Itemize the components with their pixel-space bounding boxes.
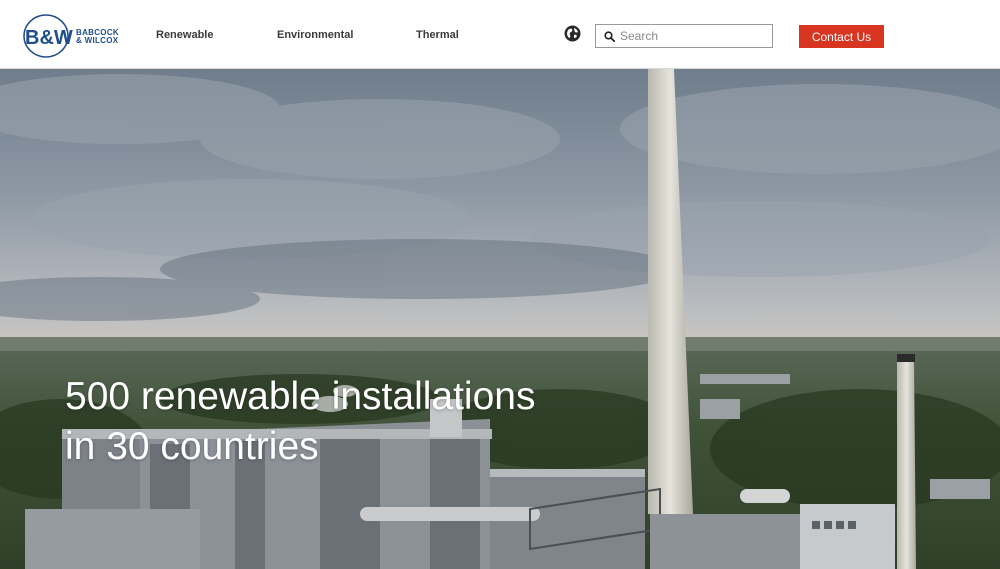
- brand-logo[interactable]: B&W BABCOCK & WILCOX: [22, 14, 122, 58]
- brand-name-line2: & WILCOX: [76, 36, 119, 45]
- nav-item-environmental[interactable]: Environmental: [277, 29, 353, 41]
- hero-heading: 500 renewable installations in 30 countr…: [65, 372, 535, 472]
- nav-item-thermal[interactable]: Thermal: [416, 29, 459, 41]
- hero-heading-line1: 500 renewable installations: [65, 375, 536, 418]
- brand-name: BABCOCK & WILCOX: [76, 29, 119, 45]
- search-icon: [604, 31, 615, 42]
- contact-us-button[interactable]: Contact Us: [799, 25, 884, 48]
- hero-background-image: [0, 69, 1000, 569]
- nav-item-renewable[interactable]: Renewable: [156, 29, 213, 41]
- hero-banner: 500 renewable installations in 30 countr…: [0, 69, 1000, 569]
- hero-heading-line2: in 30 countries: [65, 425, 319, 468]
- globe-icon[interactable]: [564, 25, 581, 42]
- svg-text:B&W: B&W: [25, 27, 73, 49]
- search-input[interactable]: [620, 27, 768, 45]
- search-box[interactable]: [595, 24, 773, 48]
- site-header: B&W BABCOCK & WILCOX Renewable Environme…: [0, 0, 1000, 69]
